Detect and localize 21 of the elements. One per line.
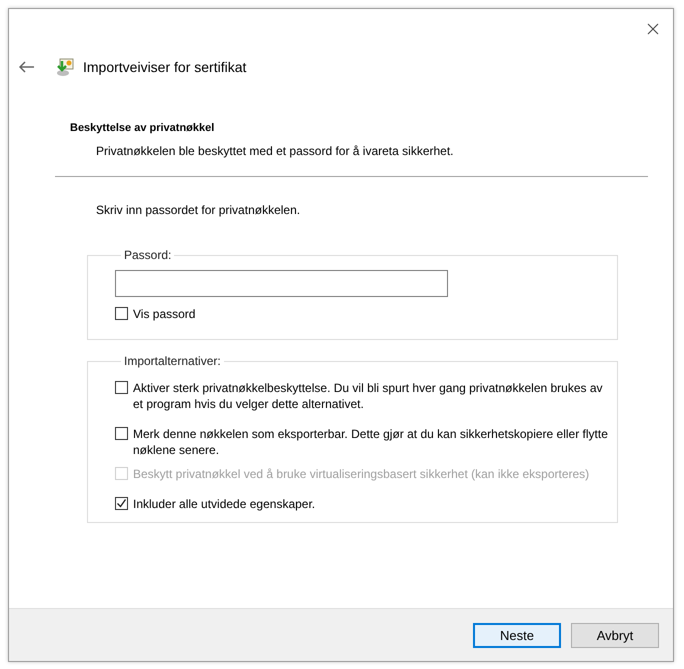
close-icon[interactable] [647,22,659,34]
instruction-text: Skriv inn passordet for privatnøkkelen. [96,203,302,217]
group-label: Passord: [123,248,172,262]
checkbox-label: Vis passord [133,306,196,322]
window-title: Importveiviser for sertifikat [83,59,246,75]
checkbox[interactable] [115,427,128,440]
checkbox-label: Merk denne nøkkelen som eksporterbar. Dette gjør at du kan sikkerhetskopiere eller flytte nøklene senere. [133,426,609,458]
cancel-button[interactable]: Avbryt [571,622,659,648]
checkbox[interactable] [115,497,128,510]
checkbox[interactable] [115,381,128,394]
section-description: Privatnøkkelen ble beskyttet med et passord for å ivareta sikkerhet. [96,144,454,158]
checkbox[interactable] [115,307,128,320]
group-label: Importalternativer: [123,354,222,368]
checkbox-label: Aktiver sterk privatnøkkelbeskyttelse. Du vil bli spurt hver gang privatnøkkelen brukes av et program hvis du velger dette alternativet. [133,380,604,412]
checkbox-label: Inkluder alle utvidede egenskaper. [133,496,316,512]
certificate-import-icon [55,57,75,77]
next-button[interactable]: Neste [473,622,561,648]
back-arrow-icon[interactable] [19,61,35,73]
checkbox-label: Beskytt privatnøkkel ved å bruke virtualiseringsbasert sikkerhet (kan ikke eksporteres) [133,466,590,482]
password-field[interactable] [115,270,448,297]
section-heading: Beskyttelse av privatnøkkel [70,122,216,134]
